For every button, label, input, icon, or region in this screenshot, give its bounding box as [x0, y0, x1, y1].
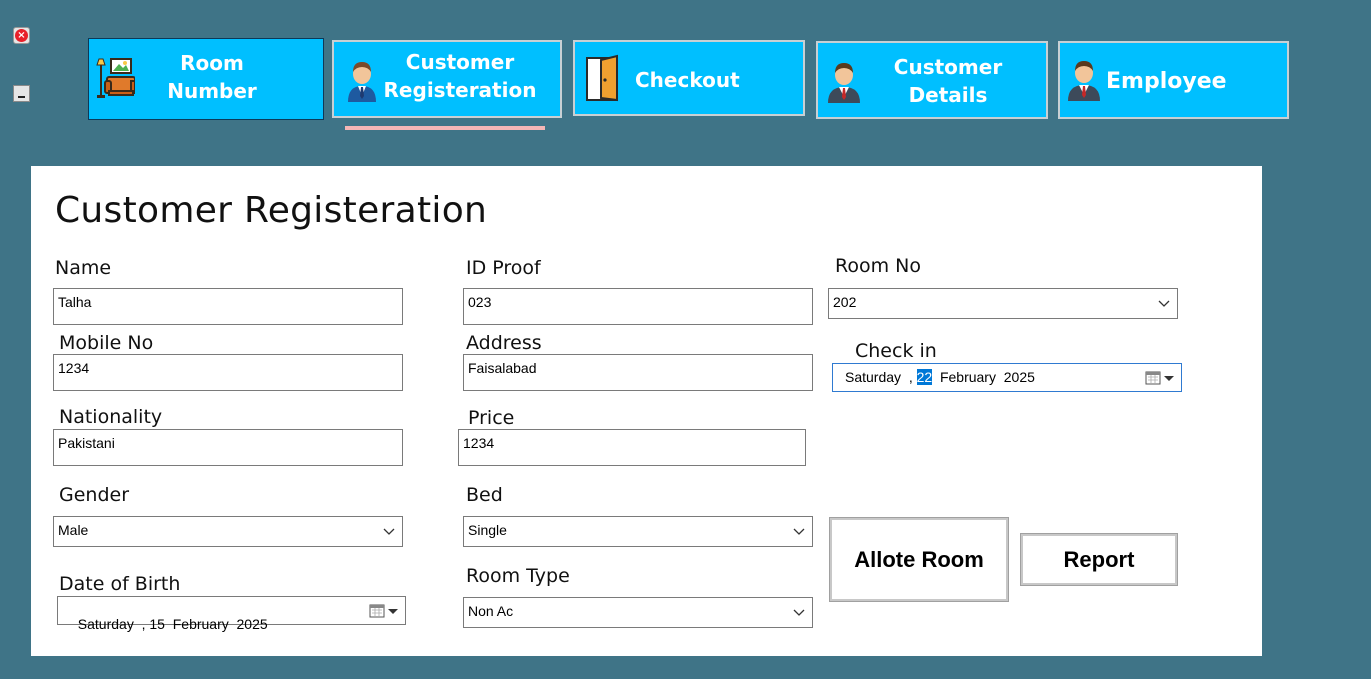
name-label: Name — [55, 257, 112, 279]
allot-room-button[interactable]: Allote Room — [829, 517, 1009, 602]
dob-date-picker[interactable]: Saturday , 15 February 2025 — [57, 596, 406, 631]
page-title: Customer Registeration — [55, 190, 488, 231]
nav-employee-label: Employee — [1106, 69, 1227, 94]
nav-checkout-button[interactable]: Checkout — [573, 40, 805, 116]
nav-checkout-label: Checkout — [635, 68, 740, 92]
room-type-value: Non Ac — [468, 603, 514, 619]
customer-icon — [828, 63, 860, 103]
room-type-label: Room Type — [466, 565, 570, 587]
nav-room-number-line1: Room — [180, 51, 244, 75]
nav-customer-details-button[interactable]: Customer Details — [816, 41, 1048, 119]
employee-icon — [1068, 61, 1100, 101]
nationality-field[interactable]: Pakistani — [53, 429, 403, 466]
minimize-button[interactable] — [13, 85, 30, 102]
chevron-down-icon — [383, 528, 395, 535]
chevron-down-icon — [1158, 300, 1170, 307]
chevron-down-icon — [793, 609, 805, 616]
nationality-label: Nationality — [59, 406, 163, 428]
nav-room-number-button[interactable]: Room Number — [88, 38, 324, 120]
address-field[interactable]: Faisalabad — [463, 354, 813, 391]
nav-customer-details-line1: Customer — [893, 55, 1003, 79]
close-icon: × — [15, 29, 28, 42]
selected-tab-indicator — [345, 126, 545, 130]
report-button[interactable]: Report — [1020, 533, 1178, 586]
price-field[interactable]: 1234 — [458, 429, 806, 466]
dob-label: Date of Birth — [59, 573, 181, 595]
room-no-label: Room No — [835, 255, 921, 277]
nav-room-number-line2: Number — [167, 79, 257, 103]
dob-value: Saturday , 15 February 2025 — [77, 616, 268, 632]
id-proof-label: ID Proof — [466, 257, 541, 279]
check-in-prefix: Saturday , — [845, 369, 917, 385]
bed-select[interactable]: Single — [463, 516, 813, 547]
gender-select[interactable]: Male — [53, 516, 403, 547]
door-icon — [586, 54, 618, 102]
check-in-suffix: February 2025 — [932, 369, 1035, 385]
chevron-down-icon — [793, 528, 805, 535]
name-field[interactable]: Talha — [53, 288, 403, 325]
nav-customer-registration-button[interactable]: Customer Registeration — [332, 40, 562, 118]
check-in-date-picker[interactable]: Saturday , 22 February 2025 — [832, 363, 1182, 392]
room-type-select[interactable]: Non Ac — [463, 597, 813, 628]
calendar-icon — [369, 604, 398, 618]
calendar-icon — [1145, 371, 1174, 385]
check-in-label: Check in — [855, 340, 937, 362]
nav-employee-button[interactable]: Employee — [1058, 41, 1289, 119]
nav-customer-details-line2: Details — [908, 83, 988, 107]
room-no-select[interactable]: 202 — [828, 288, 1178, 319]
check-in-day[interactable]: 22 — [916, 369, 933, 385]
mobile-field[interactable]: 1234 — [53, 354, 403, 391]
gender-value: Male — [58, 522, 89, 538]
nav-customer-registration-line2: Registeration — [383, 78, 537, 102]
room-furniture-icon — [96, 58, 135, 98]
address-label: Address — [466, 332, 542, 354]
bed-label: Bed — [466, 484, 503, 506]
minimize-icon — [18, 96, 25, 98]
mobile-label: Mobile No — [59, 332, 154, 354]
price-label: Price — [468, 407, 515, 429]
id-proof-field[interactable]: 023 — [463, 288, 813, 325]
gender-label: Gender — [59, 484, 130, 506]
close-button[interactable]: × — [13, 27, 30, 44]
nav-customer-registration-line1: Customer — [405, 50, 515, 74]
bed-value: Single — [468, 522, 507, 538]
room-no-value: 202 — [833, 294, 857, 310]
